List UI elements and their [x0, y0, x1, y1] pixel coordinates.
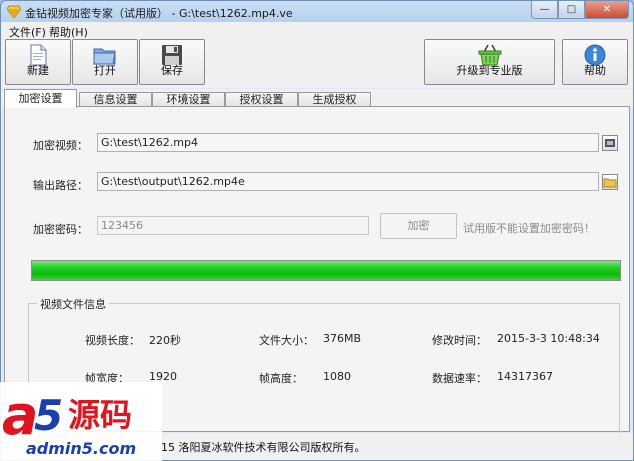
upgrade-label: 升级到专业版: [456, 64, 523, 77]
new-label: 新建: [27, 64, 49, 77]
svg-text:admin5.com: admin5.com: [26, 439, 136, 458]
tab-bar: 加密设置 信息设置 环境设置 授权设置 生成授权: [1, 89, 633, 108]
size-value: 376MB: [323, 332, 362, 345]
svg-text:a: a: [2, 384, 38, 447]
window-title: 金钻视频加密专家（试用版） - G:\test\1262.mp4.ve: [25, 7, 293, 20]
open-label: 打开: [94, 64, 116, 77]
data-rate-value: 14317367: [497, 370, 553, 383]
film-icon: [605, 139, 615, 147]
svg-text:5: 5: [34, 391, 63, 440]
title-bar[interactable]: 金钻视频加密专家（试用版） - G:\test\1262.mp4.ve — □ …: [1, 1, 633, 22]
output-path-field[interactable]: G:\test\output\1262.mp4e: [97, 172, 599, 191]
video-label: 加密视频：: [33, 139, 88, 152]
video-info-title: 视频文件信息: [37, 296, 109, 312]
app-diamond-icon: [7, 5, 21, 18]
progress-bar: [31, 260, 621, 281]
tab-generate-license[interactable]: 生成授权: [298, 92, 371, 107]
trial-hint: 试用版不能设置加密密码！: [463, 222, 595, 235]
svg-text:源码: 源码: [68, 396, 132, 434]
close-button[interactable]: ✕: [585, 1, 629, 19]
browse-output-button[interactable]: [602, 174, 618, 190]
video-path-field[interactable]: G:\test\1262.mp4: [97, 133, 599, 152]
frame-height-label: 帧高度：: [259, 372, 303, 385]
toolbar: 新建 打开 保存 升级到专业版 帮助: [1, 38, 633, 88]
size-label: 文件大小：: [259, 334, 314, 347]
browse-video-button[interactable]: [602, 135, 618, 151]
mtime-value: 2015-3-3 10:48:34: [497, 332, 600, 345]
save-button[interactable]: 保存: [139, 39, 205, 85]
progress-fill: [32, 261, 620, 280]
encrypt-button[interactable]: 加密: [380, 213, 457, 239]
data-rate-label: 数据速率：: [432, 372, 487, 385]
admin5-watermark-logo: a 5 源码 admin5.com: [0, 382, 162, 461]
password-label: 加密密码：: [33, 223, 88, 236]
save-label: 保存: [161, 64, 183, 77]
output-label: 输出路径：: [33, 179, 88, 192]
maximize-button[interactable]: □: [558, 1, 585, 19]
help-button[interactable]: 帮助: [562, 39, 628, 85]
copyright-text: 15 洛阳夏冰软件技术有限公司版权所有。: [161, 441, 366, 454]
open-button[interactable]: 打开: [72, 39, 138, 85]
tab-license-settings[interactable]: 授权设置: [225, 92, 298, 107]
new-button[interactable]: 新建: [5, 39, 71, 85]
duration-label: 视频长度：: [85, 334, 140, 347]
mtime-label: 修改时间：: [432, 334, 487, 347]
tab-info-settings[interactable]: 信息设置: [79, 92, 152, 107]
window-controls: — □ ✕: [531, 1, 629, 19]
frame-height-value: 1080: [323, 370, 351, 383]
folder-small-icon: [603, 178, 617, 188]
menu-bar: 文件(F) 帮助(H): [1, 22, 633, 39]
tab-environment-settings[interactable]: 环境设置: [152, 92, 225, 107]
password-field[interactable]: 123456: [97, 216, 369, 235]
tab-encrypt-settings[interactable]: 加密设置: [4, 89, 77, 108]
upgrade-button[interactable]: 升级到专业版: [424, 39, 555, 85]
help-label: 帮助: [584, 64, 606, 77]
duration-value: 220秒: [149, 334, 181, 347]
minimize-button[interactable]: —: [531, 1, 558, 19]
